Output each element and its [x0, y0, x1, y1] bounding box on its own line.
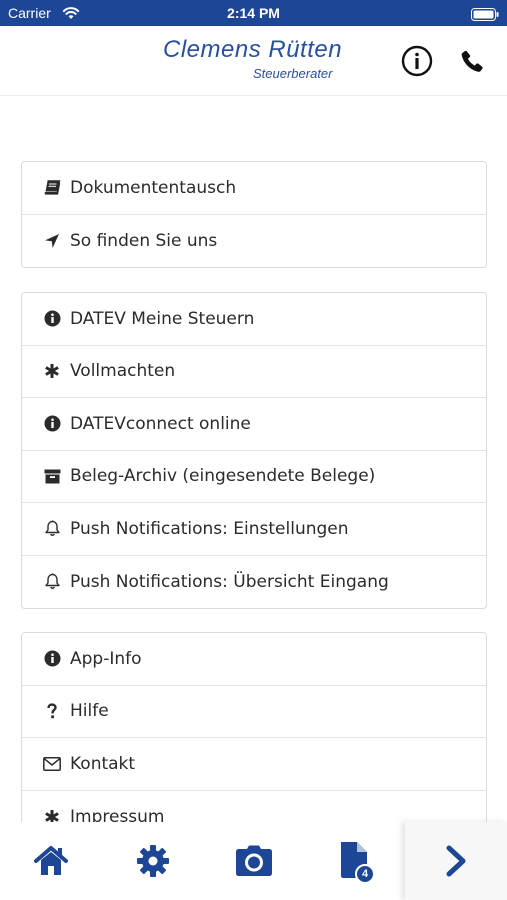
info-button[interactable] — [400, 44, 434, 78]
menu-item-dokumententausch[interactable]: Dokumententausch — [22, 162, 486, 215]
menu-item-label: Beleg-Archiv (eingesendete Belege) — [70, 466, 376, 487]
menu-item-push-uebersicht[interactable]: Push Notifications: Übersicht Eingang — [22, 556, 486, 609]
info-circle-icon — [43, 415, 61, 433]
camera-icon — [236, 845, 272, 876]
archive-icon — [43, 467, 61, 485]
home-icon — [34, 846, 68, 875]
menu-item-label: Kontakt — [70, 753, 136, 774]
menu-item-label: Hilfe — [70, 701, 109, 722]
menu-item-so-finden-sie-uns[interactable]: So finden Sie uns — [22, 215, 486, 268]
book-icon — [43, 179, 61, 197]
menu-item-label: Vollmachten — [70, 361, 176, 382]
brand-subtitle: Steuerberater — [253, 66, 333, 81]
phone-button[interactable] — [456, 44, 490, 78]
bottom-tab-bar: 4 — [0, 822, 507, 900]
menu-item-push-einstellungen[interactable]: Push Notifications: Einstellungen — [22, 503, 486, 556]
info-circle-icon — [43, 650, 61, 668]
menu-item-datevconnect-online[interactable]: DATEVconnect online — [22, 398, 486, 451]
documents-count-badge: 4 — [355, 864, 375, 884]
menu-item-datev-meine-steuern[interactable]: DATEV Meine Steuern — [22, 293, 486, 346]
menu-item-app-info[interactable]: App-Info — [22, 633, 486, 686]
tab-home[interactable] — [0, 822, 102, 900]
info-circle-icon — [401, 45, 433, 77]
bell-icon — [43, 573, 61, 591]
menu-item-label: DATEV Meine Steuern — [70, 308, 255, 329]
brand-name: Clemens Rütten — [163, 36, 343, 63]
tab-camera[interactable] — [203, 822, 305, 900]
menu-item-label: DATEVconnect online — [70, 413, 251, 434]
asterisk-icon — [43, 362, 61, 380]
menu-item-label: Dokumententausch — [70, 177, 237, 198]
info-circle-icon — [43, 310, 61, 328]
menu-group-services: DATEV Meine Steuern Vollmachten DATEVcon… — [21, 292, 487, 609]
menu-item-label: So finden Sie uns — [70, 230, 218, 251]
question-icon — [43, 702, 61, 720]
tab-next[interactable] — [405, 822, 507, 900]
app-header: Clemens Rütten Steuerberater — [0, 26, 507, 96]
app-screen: Carrier 2:14 PM Clemens Rütten Steuerber… — [0, 0, 507, 900]
clock-time: 2:14 PM — [227, 5, 280, 21]
menu-item-label: Push Notifications: Einstellungen — [70, 518, 349, 539]
chevron-right-icon — [446, 845, 466, 877]
menu-item-beleg-archiv[interactable]: Beleg-Archiv (eingesendete Belege) — [22, 451, 486, 503]
envelope-icon — [43, 755, 61, 773]
phone-icon — [461, 50, 483, 72]
menu-item-hilfe[interactable]: Hilfe — [22, 686, 486, 738]
gear-icon — [137, 845, 169, 877]
menu-item-vollmachten[interactable]: Vollmachten — [22, 346, 486, 398]
menu-item-label: Push Notifications: Übersicht Eingang — [70, 571, 389, 592]
menu-group-documents: Dokumententausch So finden Sie uns — [21, 161, 487, 268]
battery-icon — [471, 6, 499, 25]
menu-item-kontakt[interactable]: Kontakt — [22, 738, 486, 791]
status-bar: Carrier 2:14 PM — [0, 0, 507, 26]
tab-documents[interactable]: 4 — [304, 822, 406, 900]
bell-icon — [43, 520, 61, 538]
tab-settings[interactable] — [102, 822, 204, 900]
location-arrow-icon — [43, 232, 61, 250]
menu-item-label: App-Info — [70, 648, 142, 669]
menu-group-info: App-Info Hilfe Kontakt Impressum — [21, 632, 487, 844]
